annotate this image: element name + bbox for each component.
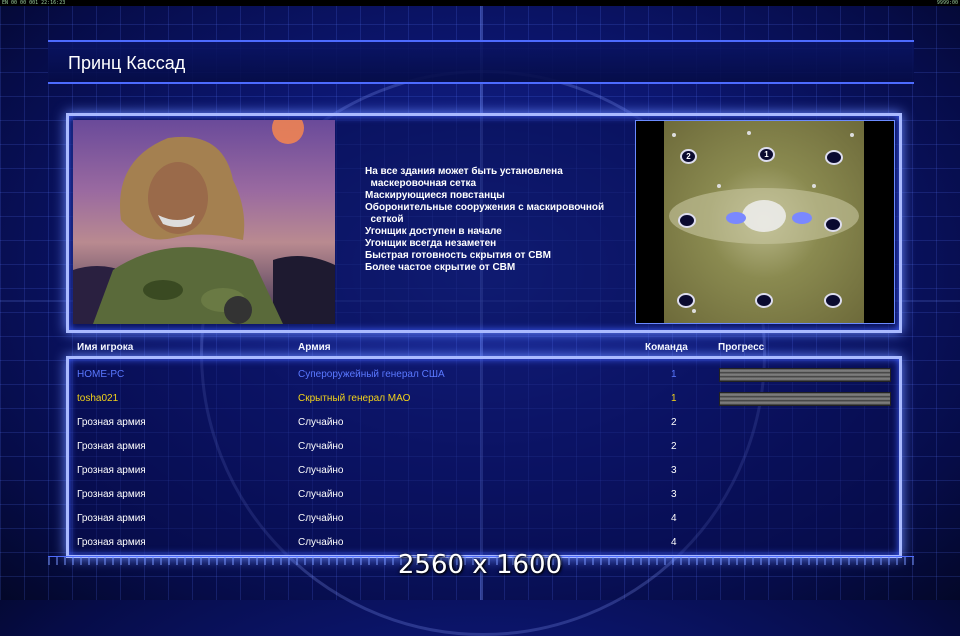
general-portrait [73,120,335,324]
player-team: 2 [671,417,677,428]
start-position [678,213,696,228]
feature-line: Более частое скрытие от СВМ [365,262,516,273]
player-team: 3 [671,489,677,500]
player-name: Грозная армия [77,417,146,428]
feature-line: Угонщик доступен в начале [365,226,502,237]
header-player-name: Имя игрока [77,342,134,353]
player-army: Случайно [298,417,344,428]
title-panel: Принц Кассад [48,40,914,84]
feature-line: маскеровочная сетка [365,178,477,189]
feature-line: сеткой [365,214,404,225]
player-team: 1 [671,369,677,380]
player-team: 2 [671,441,677,452]
player-army: Случайно [298,465,344,476]
start-position [825,150,843,165]
feature-line: Быстрая готовность скрытия от СВМ [365,250,551,261]
player-row: Грозная армия Случайно 3 [69,483,899,507]
player-row: Грозная армия Случайно 4 [69,507,899,531]
player-team: 4 [671,513,677,524]
player-army: Скрытный генерал МАО [298,393,411,404]
player-name: Грозная армия [77,537,146,548]
player-team: 4 [671,537,677,548]
player-army: Случайно [298,513,344,524]
player-army: Случайно [298,537,344,548]
player-team: 1 [671,393,677,404]
map-preview: 2 1 [635,120,895,324]
feature-line: Маскирующиеся повстанцы [365,190,505,201]
player-row: Грозная армия Случайно 3 [69,459,899,483]
map-terrain: 2 1 [664,121,864,323]
header-army: Армия [298,342,331,353]
resolution-overlay: 2560 x 1600 [397,550,563,580]
player-row: HOME-PC Супероружейный генерал США 1 [69,363,899,387]
player-name: HOME-PC [77,369,125,380]
player-name: Грозная армия [77,441,146,452]
briefing-panel: На все здания может быть установлена мас… [66,113,902,333]
player-row: Грозная армия Случайно 2 [69,435,899,459]
map-slot-marker: 2 [680,149,697,164]
player-row: Грозная армия Случайно 2 [69,411,899,435]
header-team: Команда [645,342,688,353]
top-status-bar: EN 00 00 001 22:16:23 9999:00 [0,0,960,6]
player-name: tosha021 [77,393,119,404]
player-team: 3 [671,465,677,476]
status-left: EN 00 00 001 22:16:23 [2,0,66,6]
start-position [755,293,773,308]
player-row: tosha021 Скрытный генерал МАО 1 [69,387,899,411]
player-name: Грозная армия [77,513,146,524]
features-list: На все здания может быть установлена мас… [365,166,635,274]
player-name: Грозная армия [77,465,146,476]
player-name: Грозная армия [77,489,146,500]
start-position [677,293,695,308]
loading-progress-bar [719,368,891,382]
feature-line: На все здания может быть установлена [365,166,563,177]
player-army: Случайно [298,441,344,452]
status-right: 9999:00 [936,0,958,6]
player-army: Супероружейный генерал США [298,369,445,380]
feature-line: Угонщик всегда незаметен [365,238,497,249]
player-army: Случайно [298,489,344,500]
loading-progress-bar [719,392,891,406]
start-position [824,217,842,232]
map-slot-marker: 1 [758,147,775,162]
start-position [824,293,842,308]
players-table: HOME-PC Супероружейный генерал США 1 tos… [66,356,902,558]
feature-line: Оборонительные сооружения с маскировочно… [365,202,605,213]
header-progress: Прогресс [718,342,765,353]
page-title: Принц Кассад [68,53,186,73]
